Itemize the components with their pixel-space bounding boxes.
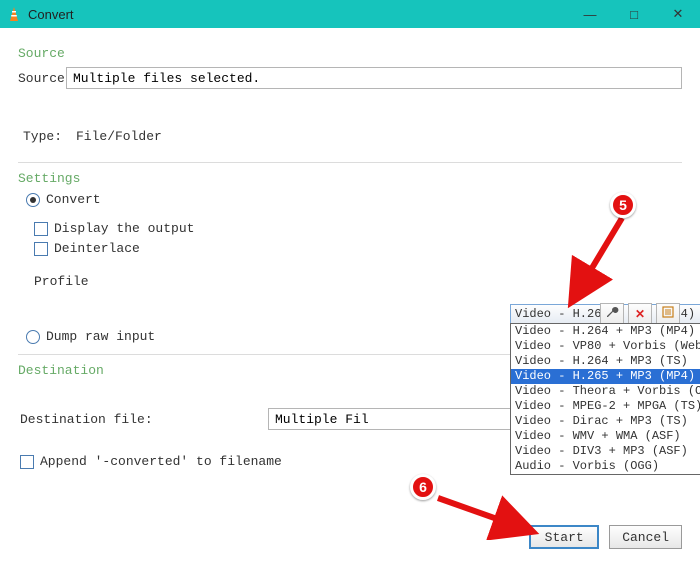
titlebar: Convert — □ ✕: [0, 0, 700, 28]
profile-option[interactable]: Video - MPEG-2 + MPGA (TS): [511, 399, 700, 414]
source-group-label: Source: [18, 46, 682, 61]
settings-group-label: Settings: [18, 171, 682, 186]
delete-profile-button[interactable]: ✕: [628, 303, 652, 325]
window-close-button[interactable]: ✕: [656, 0, 700, 28]
vlc-cone-icon: [6, 6, 22, 22]
destination-file-label: Destination file:: [18, 412, 268, 427]
edit-profile-button[interactable]: [600, 303, 624, 325]
type-value: File/Folder: [66, 129, 162, 144]
source-label: Source:: [18, 71, 66, 86]
display-output-checkbox[interactable]: Display the output: [34, 221, 682, 236]
profile-dropdown-list: Video - H.264 + MP3 (MP4)Video - VP80 + …: [510, 323, 700, 475]
profile-label: Profile: [34, 274, 120, 289]
delete-x-icon: ✕: [635, 307, 645, 322]
profile-option[interactable]: Video - DIV3 + MP3 (ASF): [511, 444, 700, 459]
display-output-label: Display the output: [54, 221, 194, 236]
new-document-icon: [662, 306, 674, 322]
checkbox-icon: [34, 222, 48, 236]
profile-option[interactable]: Video - H.264 + MP3 (MP4): [511, 324, 700, 339]
convert-radio-label: Convert: [46, 192, 101, 207]
profile-option[interactable]: Audio - Vorbis (OGG): [511, 459, 700, 474]
new-profile-button[interactable]: [656, 303, 680, 325]
profile-option[interactable]: Video - H.264 + MP3 (TS): [511, 354, 700, 369]
checkbox-icon: [20, 455, 34, 469]
dump-raw-label: Dump raw input: [46, 329, 155, 344]
profile-option[interactable]: Video - VP80 + Vorbis (Webm): [511, 339, 700, 354]
radio-icon: [26, 330, 40, 344]
profile-option[interactable]: Video - Theora + Vorbis (OGG): [511, 384, 700, 399]
window-maximize-button[interactable]: □: [612, 0, 656, 28]
checkbox-icon: [34, 242, 48, 256]
window-title: Convert: [28, 7, 568, 22]
profile-option[interactable]: Video - Dirac + MP3 (TS): [511, 414, 700, 429]
profile-option[interactable]: Video - WMV + WMA (ASF): [511, 429, 700, 444]
annotation-badge-6: 6: [410, 474, 436, 500]
append-converted-label: Append '-converted' to filename: [40, 454, 282, 469]
radio-icon: [26, 193, 40, 207]
annotation-badge-5: 5: [610, 192, 636, 218]
cancel-button[interactable]: Cancel: [609, 525, 682, 549]
wrench-icon: [605, 305, 619, 323]
deinterlace-checkbox[interactable]: Deinterlace: [34, 241, 682, 256]
separator: [18, 162, 682, 163]
deinterlace-label: Deinterlace: [54, 241, 140, 256]
type-label: Type:: [18, 129, 66, 144]
start-button[interactable]: Start: [529, 525, 599, 549]
profile-option[interactable]: Video - H.265 + MP3 (MP4): [511, 369, 700, 384]
convert-radio[interactable]: Convert: [26, 192, 682, 207]
source-input[interactable]: [66, 67, 682, 89]
window-minimize-button[interactable]: —: [568, 0, 612, 28]
